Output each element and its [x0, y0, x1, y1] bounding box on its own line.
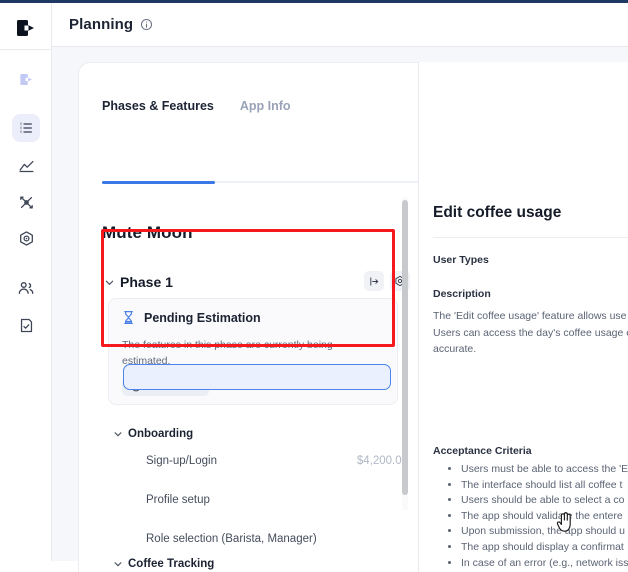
info-circle-icon[interactable] — [140, 18, 153, 31]
feature-name: Profile setup — [146, 494, 210, 506]
sidebar-item-reports[interactable] — [12, 311, 40, 339]
group-label: Onboarding — [128, 428, 194, 440]
project-title: Mute Moon — [102, 223, 193, 242]
chevron-down-icon[interactable] — [112, 428, 124, 440]
sidebar-item-experiments[interactable] — [12, 188, 40, 216]
feature-name: Role selection (Barista, Manager) — [146, 533, 317, 545]
user-types-label: User Types — [433, 254, 489, 266]
group-header-coffee-tracking[interactable]: Coffee Tracking — [112, 558, 214, 570]
indent-arrow-icon[interactable] — [364, 271, 384, 291]
chevron-down-icon[interactable] — [112, 558, 124, 570]
feature-name: Sign-up/Login — [146, 455, 217, 467]
page-title: Planning — [69, 16, 134, 33]
pending-estimation-header: Pending Estimation — [122, 310, 261, 325]
sidebar-item-tasks[interactable] — [12, 114, 40, 142]
left-nav-rail — [0, 3, 52, 561]
phase-header[interactable]: Phase 1 — [102, 269, 410, 295]
tab-app-info[interactable]: App Info — [240, 99, 291, 122]
group-label: Coffee Tracking — [128, 558, 215, 570]
list-item: In case of an error (e.g., network iss — [461, 556, 628, 572]
phases-list: Phase 1 Pending Estimation The features … — [102, 260, 432, 572]
selected-feature-row[interactable] — [123, 364, 391, 390]
chevron-down-icon[interactable] — [102, 275, 116, 289]
description-body: The 'Edit coffee usage' feature allows u… — [433, 310, 628, 355]
description-label: Description — [433, 288, 491, 300]
phases-scrollbar-thumb[interactable] — [402, 200, 408, 495]
list-item[interactable]: Role selection (Barista, Manager) — [146, 529, 408, 549]
detail-divider — [433, 237, 628, 238]
detail-title: Edit coffee usage — [433, 204, 562, 221]
tab-active-underline — [102, 181, 215, 184]
sidebar-item-goals[interactable] — [12, 224, 40, 252]
acceptance-criteria-list: Users must be able to access the 'E The … — [449, 462, 628, 572]
pending-estimation-title: Pending Estimation — [144, 310, 261, 325]
sidebar-item-analytics[interactable] — [12, 152, 40, 180]
hourglass-icon — [122, 310, 135, 325]
app-logo-muted-icon[interactable] — [12, 65, 40, 93]
rail-divider — [0, 49, 52, 50]
list-item: Users should be able to select a co — [461, 493, 628, 509]
top-bar: Planning — [52, 3, 628, 47]
tab-bar: Phases & Features App Info — [102, 90, 291, 122]
list-item[interactable]: Profile setup — [146, 490, 408, 510]
tab-phases-and-features[interactable]: Phases & Features — [102, 99, 214, 122]
group-header-onboarding[interactable]: Onboarding — [112, 428, 193, 440]
feature-detail-panel: Edit coffee usage User Types Description… — [418, 62, 628, 572]
feature-price: $4,200.00 — [356, 455, 408, 467]
list-item: The app should validate the entere — [461, 509, 628, 525]
list-item: The interface should list all coffee t — [461, 478, 628, 494]
list-item: Upon submission, the app should u — [461, 524, 628, 540]
list-item[interactable]: Sign-up/Login $4,200.00 — [146, 451, 408, 471]
sidebar-item-team[interactable] — [12, 274, 40, 302]
phase-name: Phase 1 — [120, 274, 173, 290]
acceptance-criteria-label: Acceptance Criteria — [433, 445, 532, 457]
list-item: Users must be able to access the 'E — [461, 462, 628, 478]
list-item: The app should display a confirmat — [461, 540, 628, 556]
app-logo[interactable] — [13, 15, 38, 40]
